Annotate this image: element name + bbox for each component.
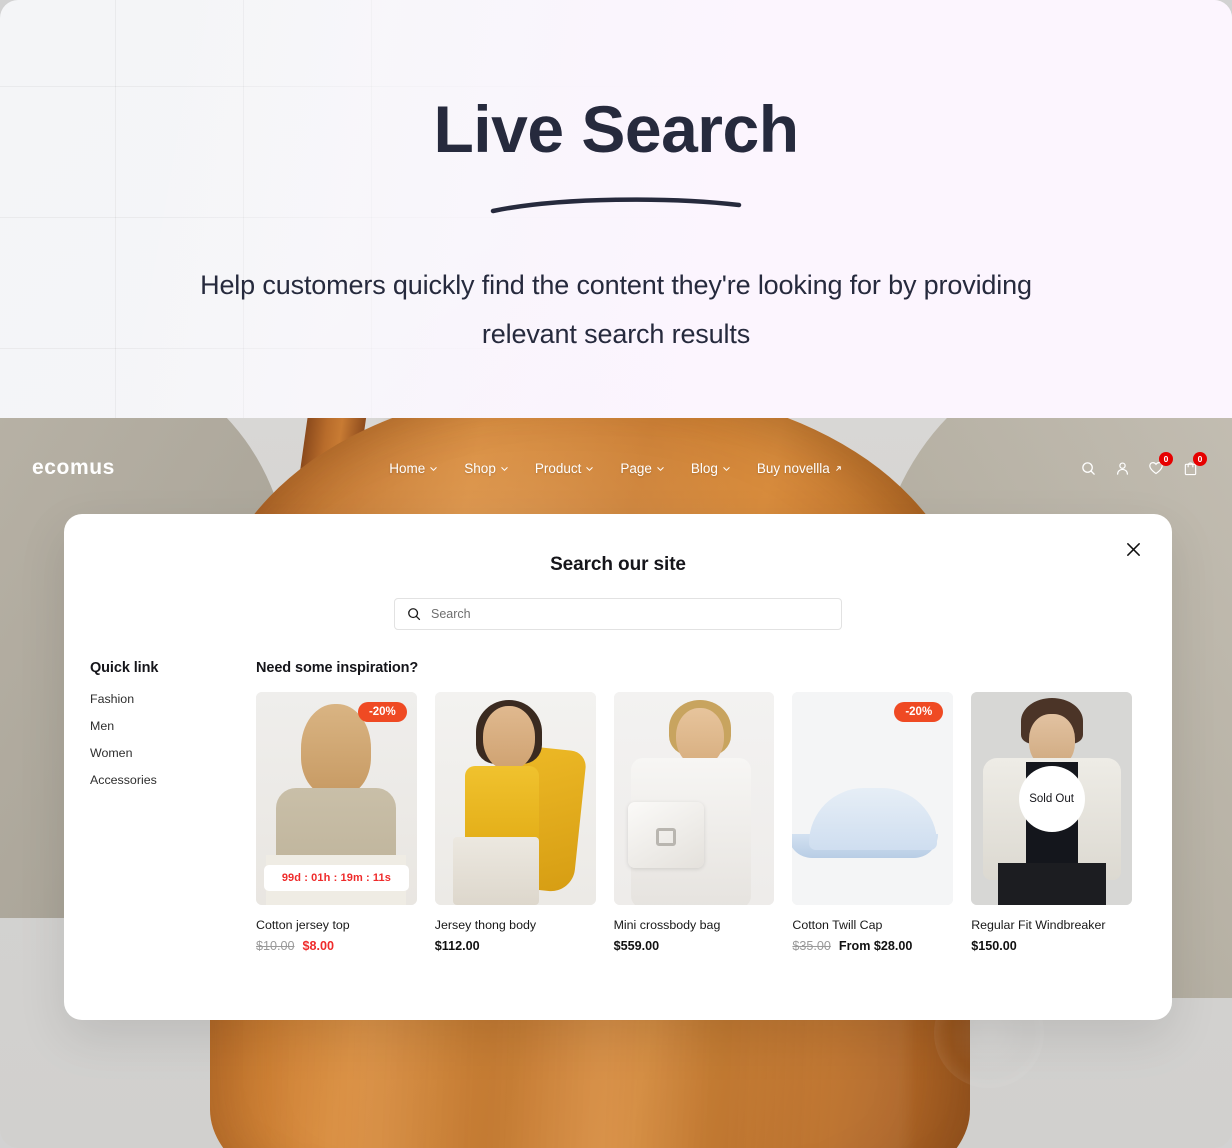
nav-item-buy-novellla[interactable]: Buy novellla: [757, 461, 843, 476]
wishlist-count-badge: 0: [1159, 452, 1173, 466]
nav-item-blog[interactable]: Blog: [691, 461, 731, 476]
results-heading: Need some inspiration?: [256, 660, 419, 676]
search-field-wrapper[interactable]: [394, 598, 842, 630]
product-card[interactable]: Sold Out Regular Fit Windbreaker $150.00: [971, 692, 1132, 953]
chevron-down-icon: [501, 466, 508, 471]
countdown-timer: 99d : 01h : 19m : 11s: [264, 865, 409, 891]
product-image[interactable]: [434, 692, 596, 905]
quick-link-women[interactable]: Women: [90, 746, 240, 760]
modal-title: Search our site: [550, 554, 686, 575]
cart-count-badge: 0: [1193, 452, 1207, 466]
price-current: From $28.00: [838, 939, 913, 953]
search-modal: Search our site Quick link Fashion Men W…: [64, 514, 1172, 1020]
product-image[interactable]: -20%: [792, 692, 954, 905]
title-underline-swoosh: [490, 197, 742, 214]
product-card[interactable]: -20% Cotton Twill Cap $35.00 From $28.00: [792, 692, 954, 953]
search-input[interactable]: [431, 607, 829, 621]
nav-item-shop[interactable]: Shop: [464, 461, 509, 476]
close-button[interactable]: [1116, 532, 1150, 566]
chevron-down-icon: [657, 466, 664, 471]
nav-item-page[interactable]: Page: [620, 461, 665, 476]
arrow-up-right-icon: [835, 465, 841, 471]
chevron-down-icon: [723, 466, 730, 471]
chevron-down-icon: [586, 466, 594, 471]
nav-label: Blog: [690, 460, 718, 476]
nav-label: Page: [620, 460, 652, 476]
product-card[interactable]: Jersey thong body $112.00: [434, 692, 596, 953]
price-current: $112.00: [434, 939, 480, 953]
price-original: $10.00: [256, 939, 295, 953]
hero-section: Live Search Help customers quickly find …: [0, 0, 1232, 418]
nav-label: Buy novellla: [756, 460, 830, 476]
product-name[interactable]: Regular Fit Windbreaker: [971, 918, 1132, 932]
header-actions: 0 0: [1078, 452, 1207, 478]
product-card[interactable]: -20% 99d : 01h : 19m : 11s Cotton jersey…: [256, 692, 417, 953]
page-title: Live Search: [433, 92, 799, 166]
nav-item-home[interactable]: Home: [389, 461, 438, 476]
page-subtitle: Help customers quickly find the content …: [200, 270, 1032, 350]
product-name[interactable]: Cotton Twill Cap: [792, 918, 953, 932]
quick-link-heading: Quick link: [90, 660, 159, 676]
chevron-down-icon: [430, 466, 437, 471]
sold-out-badge: Sold Out: [1018, 765, 1085, 832]
quick-link-accessories[interactable]: Accessories: [90, 773, 240, 787]
search-icon[interactable]: [1078, 458, 1098, 478]
user-icon[interactable]: [1112, 458, 1132, 478]
nav-item-product[interactable]: Product: [535, 461, 595, 476]
product-price: $112.00: [435, 939, 596, 953]
product-price: $150.00: [971, 939, 1132, 953]
site-logo[interactable]: ecomus: [32, 456, 115, 480]
product-image[interactable]: [613, 692, 775, 905]
page-root: Live Search Help customers quickly find …: [0, 0, 1232, 1148]
price-sale: $8.00: [302, 939, 335, 953]
nav-label: Home: [389, 460, 426, 476]
results-panel: Need some inspiration? -20% 99d : 01h : …: [256, 660, 1132, 953]
price-current: $559.00: [613, 939, 660, 953]
product-price: $559.00: [614, 939, 775, 953]
product-grid: -20% 99d : 01h : 19m : 11s Cotton jersey…: [256, 692, 1132, 953]
main-navigation: Home Shop Product Page Blog Buy novellla: [0, 461, 1232, 476]
quick-link-panel: Quick link Fashion Men Women Accessories: [90, 660, 240, 953]
price-original: $35.00: [792, 939, 831, 953]
discount-badge: -20%: [357, 702, 407, 722]
product-name[interactable]: Mini crossbody bag: [614, 918, 775, 932]
product-name[interactable]: Cotton jersey top: [256, 918, 417, 932]
quick-link-fashion[interactable]: Fashion: [90, 692, 240, 706]
product-price: $10.00 $8.00: [256, 939, 417, 953]
product-name[interactable]: Jersey thong body: [435, 918, 596, 932]
discount-badge: -20%: [894, 702, 944, 722]
nav-label: Shop: [464, 460, 496, 476]
product-image[interactable]: Sold Out: [971, 692, 1132, 905]
quick-link-men[interactable]: Men: [90, 719, 240, 733]
product-image[interactable]: -20% 99d : 01h : 19m : 11s: [256, 692, 417, 905]
search-icon: [408, 608, 421, 621]
heart-icon[interactable]: 0: [1146, 452, 1173, 478]
product-card[interactable]: Mini crossbody bag $559.00: [613, 692, 775, 953]
site-header: ecomus Home Shop Product Page Blog Buy n…: [0, 440, 1232, 496]
price-current: $150.00: [971, 939, 1017, 953]
product-price: $35.00 From $28.00: [792, 939, 953, 953]
close-icon: [1126, 542, 1140, 556]
cart-icon[interactable]: 0: [1180, 452, 1207, 478]
nav-label: Product: [534, 460, 582, 476]
